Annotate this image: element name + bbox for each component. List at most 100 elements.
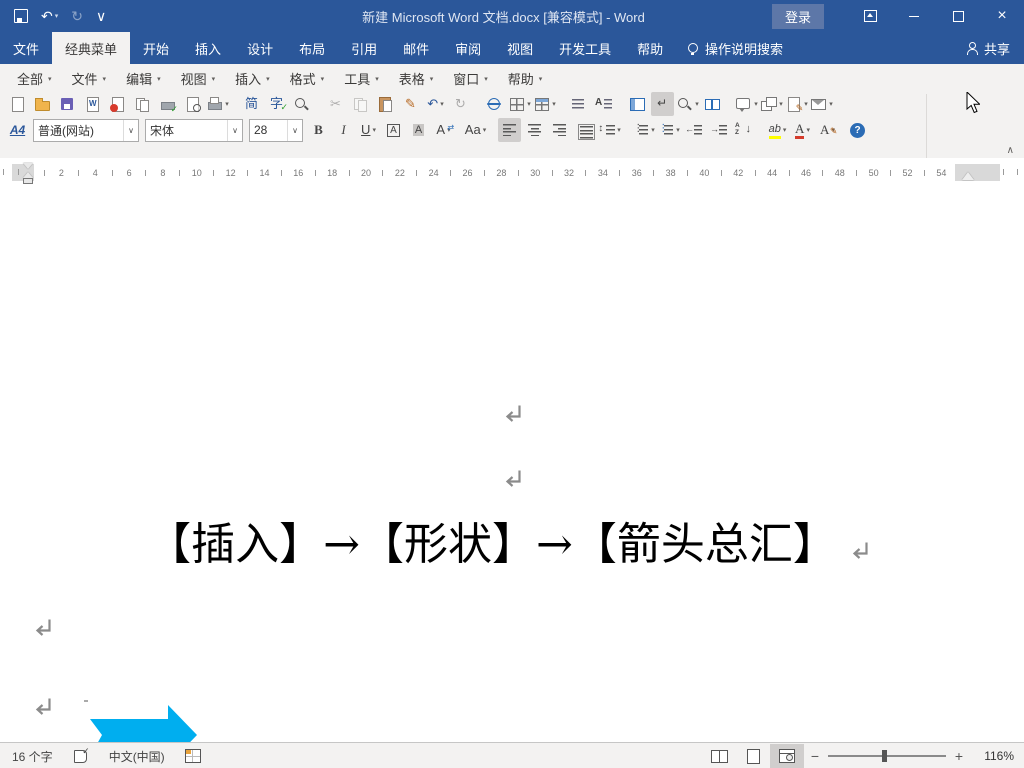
minimize-button[interactable] bbox=[892, 0, 936, 32]
align-left-button[interactable] bbox=[498, 118, 521, 142]
numbering-button[interactable]: ▾ bbox=[632, 118, 655, 142]
menu-window[interactable]: 窗口▾ bbox=[444, 67, 499, 90]
bullets-button[interactable]: ▾ bbox=[657, 118, 680, 142]
collapse-ribbon-icon[interactable]: ∧ bbox=[1007, 145, 1014, 156]
tab-developer[interactable]: 开发工具 bbox=[546, 32, 624, 64]
character-shading-button[interactable]: A bbox=[407, 118, 430, 142]
font-color-button[interactable]: A ▾ bbox=[791, 118, 814, 142]
document-map-icon[interactable] bbox=[626, 92, 649, 116]
hyperlink-icon[interactable] bbox=[483, 92, 506, 116]
tab-references[interactable]: 引用 bbox=[338, 32, 390, 64]
highlight-button[interactable]: ab ▾ bbox=[766, 118, 789, 142]
underline-button[interactable]: U ▾ bbox=[357, 118, 380, 142]
menu-help[interactable]: 帮助▾ bbox=[499, 67, 554, 90]
copy-document-icon[interactable] bbox=[131, 92, 154, 116]
tab-classic-menu[interactable]: 经典菜单 bbox=[52, 32, 130, 64]
align-center-button[interactable] bbox=[523, 118, 546, 142]
read-mode-button[interactable] bbox=[702, 744, 736, 768]
character-border-button[interactable]: A bbox=[382, 118, 405, 142]
tab-file[interactable]: 文件 bbox=[0, 32, 52, 64]
customize-quick-access-icon[interactable]: ∨ bbox=[96, 8, 106, 25]
zoom-out-button[interactable]: − bbox=[804, 748, 826, 764]
quick-print-icon[interactable]: ▾ bbox=[206, 92, 229, 116]
language-status[interactable]: 中文(中国) bbox=[109, 748, 165, 765]
chinese-translate-icon[interactable]: 简 bbox=[240, 92, 263, 116]
print-layout-button[interactable] bbox=[736, 744, 770, 768]
arrow-shape[interactable] bbox=[88, 702, 200, 742]
font-combobox[interactable]: 宋体 ∨ bbox=[145, 119, 243, 142]
save-as-word-icon[interactable] bbox=[81, 92, 104, 116]
save-icon[interactable] bbox=[56, 92, 79, 116]
spelling-grammar-icon[interactable]: 字 bbox=[265, 92, 288, 116]
styles-dialog-icon[interactable]: A4 bbox=[6, 118, 29, 142]
character-effects-button[interactable]: A ▾ bbox=[816, 118, 839, 142]
menu-table[interactable]: 表格▾ bbox=[390, 67, 445, 90]
web-layout-button[interactable] bbox=[770, 744, 804, 768]
hanging-indent-marker[interactable] bbox=[23, 172, 33, 178]
menu-edit[interactable]: 编辑▾ bbox=[117, 67, 172, 90]
chevron-down-icon[interactable]: ∨ bbox=[123, 120, 138, 141]
print-preview-icon[interactable] bbox=[181, 92, 204, 116]
close-document-icon[interactable] bbox=[106, 92, 129, 116]
distribute-button[interactable] bbox=[573, 118, 596, 142]
right-indent-marker[interactable] bbox=[962, 172, 974, 180]
change-case-button[interactable]: Aa ▾ bbox=[464, 118, 487, 142]
comment-icon[interactable]: ▾ bbox=[735, 92, 758, 116]
chevron-down-icon[interactable]: ∨ bbox=[287, 120, 302, 141]
document-page[interactable]: 【插入】→【形状】→【箭头总汇】 bbox=[0, 187, 1024, 742]
copy-icon[interactable] bbox=[349, 92, 372, 116]
redo-icon[interactable]: ↻ bbox=[449, 92, 472, 116]
insert-table-icon[interactable]: ▾ bbox=[533, 92, 556, 116]
line-spacing-button[interactable]: ▾ bbox=[598, 118, 621, 142]
text-direction-icon[interactable] bbox=[592, 92, 615, 116]
tab-home[interactable]: 开始 bbox=[130, 32, 182, 64]
undo-icon[interactable]: ↶ ▾ bbox=[424, 92, 447, 116]
decrease-indent-button[interactable] bbox=[682, 118, 705, 142]
cut-icon[interactable]: ✂ bbox=[324, 92, 347, 116]
redo-icon[interactable]: ↻ bbox=[71, 8, 83, 25]
open-icon[interactable] bbox=[31, 92, 54, 116]
borders-icon[interactable]: ▾ bbox=[508, 92, 531, 116]
zoom-slider[interactable] bbox=[828, 755, 946, 757]
macro-record-icon[interactable] bbox=[185, 749, 201, 763]
maximize-button[interactable] bbox=[936, 0, 980, 32]
undo-icon[interactable]: ↶ ▾ bbox=[41, 8, 58, 25]
tab-help[interactable]: 帮助 bbox=[624, 32, 676, 64]
align-right-button[interactable] bbox=[548, 118, 571, 142]
save-icon[interactable] bbox=[14, 9, 28, 23]
font-size-combobox[interactable]: 28 ∨ bbox=[249, 119, 303, 142]
formatting-marks-icon[interactable] bbox=[651, 92, 674, 116]
close-button[interactable]: × bbox=[980, 0, 1024, 32]
tab-design[interactable]: 设计 bbox=[234, 32, 286, 64]
increase-indent-button[interactable] bbox=[707, 118, 730, 142]
menu-format[interactable]: 格式▾ bbox=[281, 67, 336, 90]
envelope-icon[interactable]: ▾ bbox=[810, 92, 833, 116]
format-painter-icon[interactable]: ✎ bbox=[399, 92, 422, 116]
asian-layout-button[interactable]: A ▾ bbox=[432, 118, 455, 142]
style-combobox[interactable]: 普通(网站) ∨ bbox=[33, 119, 139, 142]
edit-document-icon[interactable]: ▾ bbox=[785, 92, 808, 116]
menu-insert[interactable]: 插入▾ bbox=[226, 67, 281, 90]
zoom-slider-thumb[interactable] bbox=[882, 750, 887, 762]
menu-view[interactable]: 视图▾ bbox=[172, 67, 227, 90]
sort-button[interactable] bbox=[732, 118, 755, 142]
arrange-windows-icon[interactable]: ▾ bbox=[760, 92, 783, 116]
tab-view[interactable]: 视图 bbox=[494, 32, 546, 64]
chevron-down-icon[interactable]: ∨ bbox=[227, 120, 242, 141]
menu-tools[interactable]: 工具▾ bbox=[335, 67, 390, 90]
zoom-in-button[interactable]: + bbox=[948, 748, 970, 764]
ribbon-display-options-icon[interactable] bbox=[848, 0, 892, 32]
document-heading[interactable]: 【插入】→【形状】→【箭头总汇】 bbox=[0, 517, 984, 573]
read-layout-icon[interactable] bbox=[701, 92, 724, 116]
left-indent-marker[interactable] bbox=[24, 179, 32, 183]
tab-insert[interactable]: 插入 bbox=[182, 32, 234, 64]
new-document-icon[interactable] bbox=[6, 92, 29, 116]
bold-button[interactable]: B bbox=[307, 118, 330, 142]
help-button[interactable]: ? bbox=[846, 118, 869, 142]
find-icon[interactable] bbox=[290, 92, 313, 116]
menu-file[interactable]: 文件▾ bbox=[63, 67, 118, 90]
notched-right-arrow[interactable] bbox=[90, 705, 197, 742]
proofing-status-icon[interactable] bbox=[73, 749, 89, 763]
zoom-level[interactable]: 116% bbox=[970, 749, 1014, 763]
print-icon[interactable] bbox=[156, 92, 179, 116]
